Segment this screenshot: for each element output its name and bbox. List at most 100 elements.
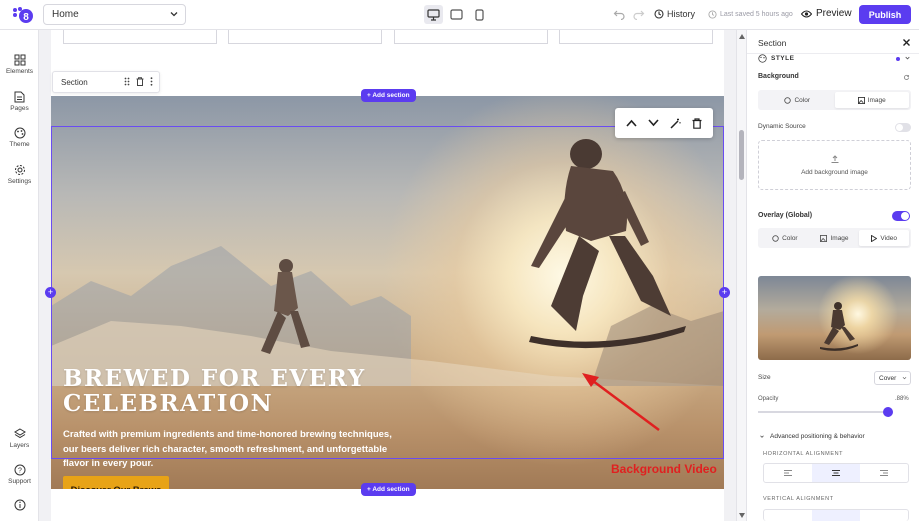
scroll-down-arrow-icon[interactable]: [739, 513, 745, 518]
rail-item-elements[interactable]: Elements: [0, 54, 39, 75]
trash-icon[interactable]: [692, 117, 702, 129]
mobile-view-button[interactable]: [470, 5, 489, 24]
opacity-slider-track[interactable]: [758, 411, 893, 413]
rail-label-pages: Pages: [10, 105, 29, 112]
paint-icon: [772, 234, 779, 242]
move-up-icon[interactable]: [626, 119, 637, 127]
add-section-bottom-button[interactable]: + Add section: [361, 483, 416, 496]
app-logo[interactable]: 8: [12, 6, 34, 24]
opacity-label: Opacity: [758, 396, 779, 402]
overlay-tab-color-label: Color: [782, 234, 798, 242]
scroll-up-arrow-icon[interactable]: [739, 34, 745, 39]
scrollbar-thumb[interactable]: [739, 130, 744, 180]
magic-wand-icon[interactable]: [670, 118, 681, 129]
overlay-tab-video[interactable]: Video: [859, 230, 910, 246]
image-icon: [820, 234, 828, 242]
more-icon[interactable]: [150, 77, 153, 86]
properties-panel: Section STYLE Background Color Image Dyn…: [746, 30, 919, 521]
desktop-icon: [427, 8, 440, 21]
info-icon: [14, 499, 25, 511]
dynamic-source-toggle[interactable]: [895, 123, 911, 132]
page-select-value: Home: [52, 9, 79, 20]
upload-icon: [831, 154, 838, 163]
canvas-scrollbar[interactable]: [736, 30, 746, 521]
redo-icon: [633, 10, 645, 20]
align-left-icon: [784, 470, 792, 476]
rail-item-layers[interactable]: Layers: [0, 428, 39, 449]
grid-icon: [14, 54, 25, 66]
style-palette-icon: [758, 54, 767, 63]
vertical-alignment-group: [763, 509, 909, 521]
page-select[interactable]: Home: [43, 4, 186, 25]
preview-button[interactable]: Preview: [801, 8, 852, 19]
add-section-top-button[interactable]: + Add section: [361, 89, 416, 102]
video-thumbnail[interactable]: [758, 276, 911, 360]
opacity-slider-knob[interactable]: [883, 407, 893, 417]
history-label: History: [667, 9, 696, 19]
rail-item-pages[interactable]: Pages: [0, 91, 39, 112]
add-column-right-button[interactable]: +: [719, 287, 730, 298]
overlay-toggle[interactable]: [892, 211, 910, 221]
panel-title: Section: [758, 38, 787, 48]
bg-tab-color-label: Color: [794, 96, 811, 104]
help-icon: ?: [14, 464, 25, 476]
toggle-knob: [896, 124, 903, 131]
overlay-tab-image[interactable]: Image: [810, 230, 860, 246]
svg-text:?: ?: [18, 468, 22, 475]
gear-icon: [14, 165, 25, 175]
layers-icon: [13, 428, 26, 439]
add-column-left-button[interactable]: +: [45, 287, 56, 298]
overlay-tab-color[interactable]: Color: [760, 230, 810, 246]
rail-label-theme: Theme: [9, 141, 30, 148]
history-button[interactable]: History: [654, 9, 695, 19]
align-right-button[interactable]: [860, 464, 908, 482]
card[interactable]: [228, 30, 382, 44]
style-section-label[interactable]: STYLE: [771, 55, 794, 62]
rail-item-settings[interactable]: Settings: [0, 164, 39, 185]
size-label: Size: [758, 374, 771, 381]
card[interactable]: [63, 30, 217, 44]
snowboarder-thumbnail-figure: [820, 302, 858, 351]
bg-tab-image[interactable]: Image: [834, 92, 909, 108]
undo-icon: [613, 10, 625, 20]
tablet-view-button[interactable]: [447, 5, 466, 24]
align-middle-button[interactable]: [812, 510, 860, 521]
selected-section-outline: [51, 126, 724, 459]
add-background-image-dropzone[interactable]: Add background image: [758, 140, 911, 190]
history-icon: [654, 9, 664, 19]
rail-item-support[interactable]: ? Support: [0, 464, 39, 485]
section-toolbar[interactable]: Section: [52, 71, 160, 93]
undo-button[interactable]: [613, 8, 627, 22]
align-top-button[interactable]: [764, 510, 812, 521]
overlay-tab-video-label: Video: [880, 234, 897, 242]
discover-brews-button[interactable]: Discover Our Brews: [63, 476, 169, 489]
close-icon[interactable]: [903, 39, 910, 46]
rail-item-theme[interactable]: Theme: [0, 127, 39, 148]
align-left-button[interactable]: [764, 464, 812, 482]
desktop-view-button[interactable]: [424, 5, 443, 24]
section-toolbar-tools: [124, 77, 153, 86]
align-center-icon: [832, 470, 840, 476]
card[interactable]: [559, 30, 713, 44]
reset-icon[interactable]: [903, 74, 910, 81]
publish-button[interactable]: Publish: [859, 5, 911, 24]
bg-tab-color[interactable]: Color: [760, 92, 835, 108]
trash-icon[interactable]: [136, 77, 144, 86]
align-bottom-button[interactable]: [860, 510, 908, 521]
tablet-icon: [450, 9, 463, 20]
rail-label-layers: Layers: [9, 442, 30, 449]
align-center-button[interactable]: [812, 464, 860, 482]
chevron-down-icon[interactable]: [904, 55, 911, 61]
move-down-icon[interactable]: [648, 119, 659, 127]
drag-handle-icon[interactable]: [124, 77, 130, 86]
play-icon: [871, 234, 878, 242]
redo-button[interactable]: [633, 8, 647, 22]
info-button[interactable]: [0, 499, 39, 511]
card[interactable]: [394, 30, 548, 44]
size-select[interactable]: Cover: [874, 371, 911, 385]
advanced-positioning-toggle[interactable]: Advanced positioning & behavior: [770, 433, 865, 440]
clock-icon: [708, 10, 717, 19]
dynamic-source-label: Dynamic Source: [758, 123, 806, 130]
overlay-label: Overlay (Global): [758, 212, 813, 219]
chevron-down-icon[interactable]: [759, 434, 765, 439]
